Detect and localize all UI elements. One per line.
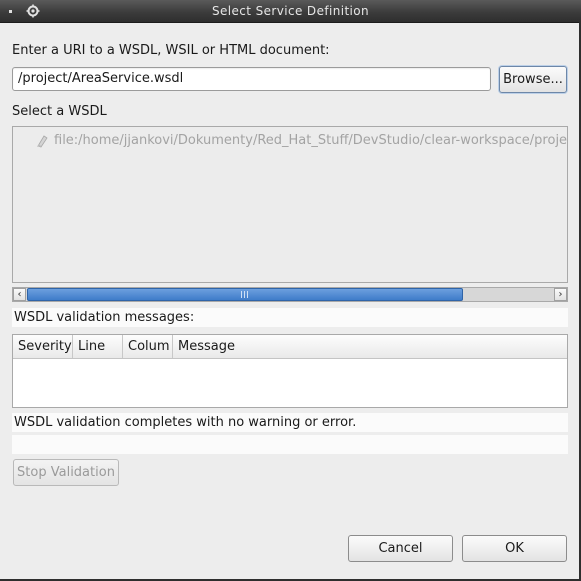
validation-table[interactable]: Severity Line Colum Message bbox=[12, 334, 568, 408]
scroll-left-icon[interactable]: ‹ bbox=[13, 288, 26, 301]
browse-button[interactable]: Browse... bbox=[499, 66, 567, 93]
scroll-right-icon[interactable]: › bbox=[554, 288, 567, 301]
column-header-message[interactable]: Message bbox=[173, 335, 567, 358]
tree-item-label: file:/home/jjankovi/Dokumenty/Red_Hat_St… bbox=[54, 133, 568, 148]
grip-icon bbox=[241, 291, 249, 298]
table-header: Severity Line Colum Message bbox=[13, 335, 567, 359]
validation-heading: WSDL validation messages: bbox=[14, 310, 195, 325]
select-wsdl-label: Select a WSDL bbox=[12, 104, 107, 119]
validation-status: WSDL validation completes with no warnin… bbox=[14, 415, 357, 430]
scrollbar-thumb[interactable] bbox=[27, 288, 463, 301]
horizontal-scrollbar[interactable]: ‹ › bbox=[12, 287, 568, 302]
column-header-column[interactable]: Colum bbox=[123, 335, 173, 358]
uri-prompt-label: Enter a URI to a WSDL, WSIL or HTML docu… bbox=[12, 43, 330, 58]
wsdl-tree[interactable]: file:/home/jjankovi/Dokumenty/Red_Hat_St… bbox=[12, 126, 568, 283]
column-header-severity[interactable]: Severity bbox=[13, 335, 73, 358]
uri-input[interactable]: /project/AreaService.wsdl bbox=[12, 67, 491, 91]
window-title: Select Service Definition bbox=[211, 4, 370, 18]
wsdl-file-icon bbox=[37, 135, 48, 148]
validation-heading-strip: WSDL validation messages: bbox=[12, 308, 568, 327]
stop-validation-button[interactable]: Stop Validation bbox=[13, 459, 119, 486]
validation-status-strip: WSDL validation completes with no warnin… bbox=[12, 413, 568, 432]
cancel-button[interactable]: Cancel bbox=[348, 535, 453, 562]
ok-button[interactable]: OK bbox=[462, 535, 567, 562]
validation-progress-strip bbox=[12, 435, 568, 454]
column-header-line[interactable]: Line bbox=[73, 335, 123, 358]
